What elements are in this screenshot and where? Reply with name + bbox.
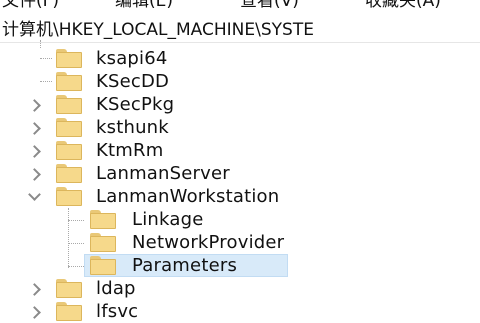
chevron-right-icon[interactable] [28,306,41,319]
tree-item-ksthunk[interactable]: ksthunk [0,116,480,139]
menu-bar: 文件(F) 编辑(E) 查看(V) 收藏夹(A) [0,0,480,12]
menu-file[interactable]: 文件(F) [2,0,59,12]
folder-icon [90,210,116,229]
folder-icon [90,233,116,252]
folder-icon [56,49,82,68]
tree-item-networkprovider[interactable]: NetworkProvider [0,231,480,254]
chevron-right-icon[interactable] [28,283,41,296]
tree-item-label: ksapi64 [96,48,168,69]
folder-icon [56,141,82,160]
tree-item-label: ldap [96,278,136,299]
chevron-right-icon[interactable] [28,99,41,112]
address-path: 计算机\HKEY_LOCAL_MACHINE\SYSTE [2,20,314,40]
chevron-down-icon[interactable] [28,188,41,201]
folder-icon [56,279,82,298]
tree-item-ktmrm[interactable]: KtmRm [0,139,480,162]
tree-item-linkage[interactable]: Linkage [0,208,480,231]
folder-icon [90,256,116,275]
tree-item-label: KtmRm [96,140,164,161]
folder-icon [56,302,82,321]
menu-favorites[interactable]: 收藏夹(A) [365,0,441,12]
tree-item-label: LanmanServer [96,163,230,184]
folder-icon [56,164,82,183]
tree-item-lanmanworkstation[interactable]: LanmanWorkstation [0,185,480,208]
tree-item-label: LanmanWorkstation [96,186,280,207]
chevron-right-icon[interactable] [28,168,41,181]
tree-item-label: NetworkProvider [132,232,285,253]
chevron-right-icon[interactable] [28,122,41,135]
tree-item-label: ksthunk [96,117,169,138]
menu-edit[interactable]: 编辑(E) [115,0,173,12]
folder-icon [56,187,82,206]
menu-view[interactable]: 查看(V) [240,0,299,12]
folder-icon [56,72,82,91]
registry-tree: ksapi64 KSecDD KSecPkg ksthunk KtmRm Lan… [0,40,480,322]
tree-item-lanmanserver[interactable]: LanmanServer [0,162,480,185]
tree-item-ksecpkg[interactable]: KSecPkg [0,93,480,116]
chevron-right-icon[interactable] [28,145,41,158]
folder-icon [56,95,82,114]
tree-item-ksapi64[interactable]: ksapi64 [0,47,480,70]
tree-item-ksecdd[interactable]: KSecDD [0,70,480,93]
folder-icon [56,118,82,137]
tree-item-ldap[interactable]: ldap [0,277,480,300]
tree-item-label: KSecDD [96,71,170,92]
tree-item-label: KSecPkg [96,94,175,115]
tree-item-label: Linkage [132,209,204,230]
tree-item-label: Parameters [132,255,238,276]
tree-item-parameters[interactable]: Parameters [0,254,480,277]
